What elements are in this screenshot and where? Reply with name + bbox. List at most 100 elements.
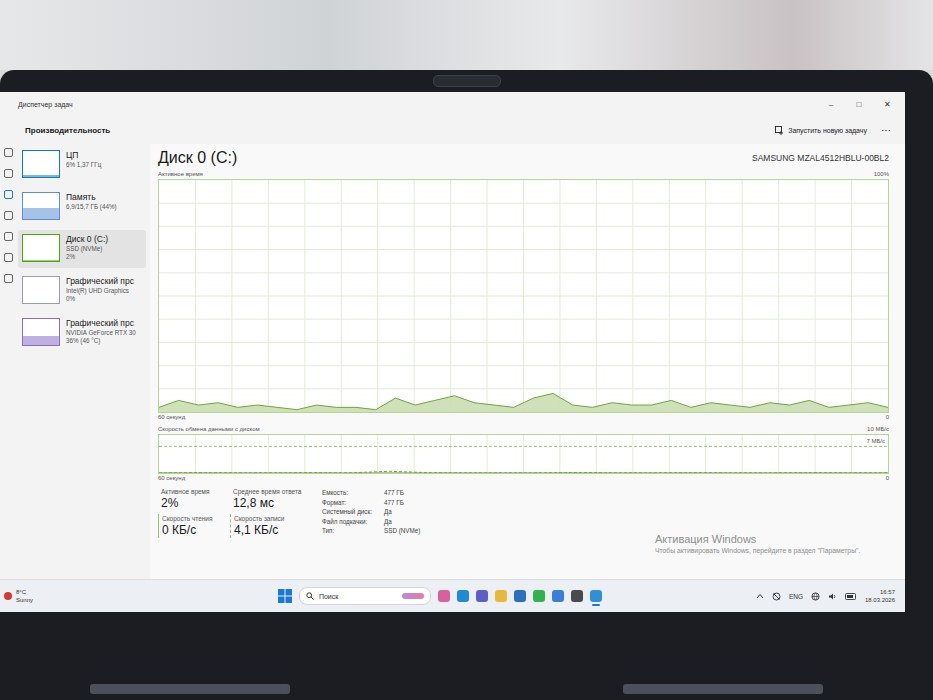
taskbar-app[interactable] (514, 587, 526, 606)
bezel-side (905, 92, 933, 612)
stat: Активное время2% (158, 487, 230, 511)
sidebar-item-name: Память (66, 192, 117, 203)
sidebar-item[interactable]: Память6,9/15,7 ГБ (44%) (18, 188, 146, 226)
sidebar-item[interactable]: ЦП6% 1,37 ГГц (18, 146, 146, 184)
property-row: Файл подкачки:Да (322, 517, 420, 527)
search-highlight-icon (402, 593, 424, 599)
search-box[interactable]: Поиск (299, 587, 431, 605)
sidebar-item[interactable]: Графический прсIntel(R) UHD Graphics0% (18, 272, 146, 310)
active-indicator (555, 604, 560, 606)
transfer-chart: 7 МБ/с (158, 434, 889, 474)
stats-area: Активное время2%Среднее время ответа12,8… (158, 487, 889, 538)
window-control-button[interactable]: ✕ (883, 100, 891, 109)
clock[interactable]: 16:5718.03.2026 (865, 588, 895, 604)
property-value: Да (384, 507, 392, 517)
property-value: SSD (NVMe) (384, 526, 420, 536)
window-control-button[interactable]: – (827, 100, 835, 109)
search-icon (306, 592, 314, 600)
thumbnail-fill (23, 175, 59, 177)
hinge (90, 684, 290, 694)
taskbar-app[interactable] (438, 587, 450, 606)
sidebar-item-text: Память6,9/15,7 ГБ (44%) (66, 192, 117, 211)
thumbnail-graph (22, 318, 60, 346)
active-time-plot (159, 180, 888, 412)
chart-title: Скорость обмена данными с диском (158, 425, 260, 434)
new-task-button[interactable]: Запустить новую задачу (775, 126, 867, 135)
weather-alert-icon (4, 592, 12, 600)
sidebar: ЦП6% 1,37 ГГц Память6,9/15,7 ГБ (44%) Диск… (16, 144, 150, 579)
panel-title: Диск 0 (C:) (158, 149, 237, 167)
store-icon (514, 590, 526, 602)
window-controls: – □ ✕ (827, 100, 891, 109)
active-indicator (441, 604, 446, 606)
taskbar-app[interactable] (457, 587, 469, 606)
stat: Среднее время ответа12,8 мс (230, 487, 310, 511)
taskbar-app[interactable] (590, 587, 602, 606)
volume-icon[interactable] (828, 592, 837, 601)
thumbnail-fill (23, 336, 59, 345)
transfer-line (159, 472, 888, 473)
explorer-icon (495, 590, 507, 602)
hinge (623, 684, 823, 694)
chart-header: Скорость обмена данными с диском 10 МБ/с (158, 425, 889, 434)
active-indicator (517, 604, 522, 606)
sidebar-item[interactable]: Диск 0 (C:)SSD (NVMe)2% (18, 230, 146, 268)
start-icon[interactable] (278, 589, 292, 603)
clock-time: 16:57 (880, 588, 895, 596)
property-label: Емкость: (322, 488, 384, 498)
taskbar-app[interactable] (476, 587, 488, 606)
taskbar-app[interactable] (552, 587, 564, 606)
notepad-icon (552, 590, 564, 602)
users-icon[interactable] (4, 253, 13, 262)
menu-icon[interactable] (4, 148, 13, 157)
marker-label: 7 МБ/с (865, 437, 886, 445)
stat: Скорость чтения0 КБ/с (158, 514, 230, 538)
stat-label: Среднее время ответа (233, 487, 310, 496)
more-button[interactable]: ⋯ (881, 125, 891, 136)
battery-icon[interactable] (845, 593, 857, 600)
details-icon[interactable] (4, 274, 13, 283)
sidebar-item[interactable]: Графический прсNVIDIA GeForce RTX 3036% … (18, 314, 146, 352)
disk-model: SAMSUNG MZAL4512HBLU-00BL2 (752, 153, 889, 163)
transfer-plot (159, 435, 888, 473)
stats-grid: Активное время2%Среднее время ответа12,8… (158, 487, 310, 538)
sidebar-item-name: Графический прс (66, 276, 134, 287)
processes-icon[interactable] (4, 169, 13, 178)
time-label: 60 секунд (158, 474, 185, 483)
thumbnail-graph (22, 192, 60, 220)
chart-max: 10 МБ/с (867, 425, 889, 434)
section-title: Производительность (25, 126, 110, 135)
history-icon[interactable] (4, 211, 13, 220)
activation-watermark: Активация WindowsЧтобы активировать Wind… (655, 532, 865, 555)
screen: Диспетчер задач–□✕ПроизводительностьЗапу… (0, 92, 905, 612)
stat-value: 0 КБ/с (162, 523, 230, 538)
weather-widget[interactable]: 8°CSunny (4, 588, 124, 604)
startup-icon[interactable] (4, 232, 13, 241)
weather-text: 8°CSunny (16, 588, 33, 604)
chevron-up-icon[interactable] (756, 593, 764, 599)
active-indicator (479, 604, 484, 606)
active-indicator (536, 604, 541, 606)
search-placeholder: Поиск (319, 593, 397, 600)
sidebar-item-text: Графический прсIntel(R) UHD Graphics0% (66, 276, 134, 303)
transfer-line (159, 471, 888, 473)
property-label: Файл подкачки: (322, 517, 384, 527)
property-value: 477 ГБ (384, 488, 404, 498)
taskbar-app[interactable] (533, 587, 545, 606)
window-control-button[interactable]: □ (855, 100, 863, 109)
stat-value: 2% (161, 496, 230, 511)
language-indicator[interactable]: ENG (789, 593, 803, 600)
sidebar-item-detail: 36% (46 °C) (66, 337, 136, 345)
taskbar-app[interactable] (495, 587, 507, 606)
new-task-icon (775, 126, 784, 135)
nav-rail (0, 144, 16, 579)
thumbnail-graph (22, 150, 60, 178)
time-label: 60 секунд (158, 413, 185, 422)
taskbar-app[interactable] (571, 587, 583, 606)
performance-icon[interactable] (4, 190, 13, 199)
location-off-icon[interactable] (772, 592, 781, 601)
globe-icon[interactable] (811, 592, 820, 601)
property-row: Тип:SSD (NVMe) (322, 526, 420, 536)
bezel-bottom (0, 612, 933, 700)
active-indicator (460, 604, 465, 606)
